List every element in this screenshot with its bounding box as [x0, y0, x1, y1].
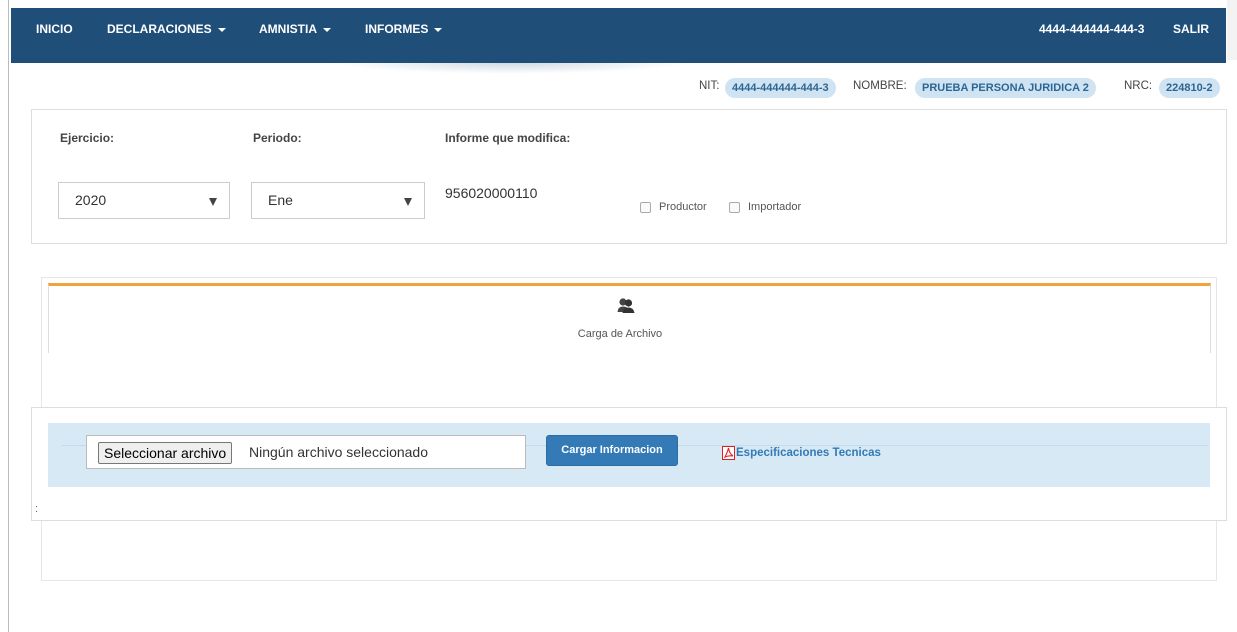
- importador-checkbox[interactable]: [729, 202, 740, 213]
- nav-amnistia[interactable]: AMNISTIA: [259, 0, 331, 55]
- users-icon: [617, 297, 635, 319]
- ejercicio-label: Ejercicio:: [60, 131, 115, 145]
- nombre-badge: PRUEBA PERSONA JURIDICA 2: [915, 78, 1096, 98]
- productor-checkbox[interactable]: [640, 202, 651, 213]
- cargar-informacion-button[interactable]: Cargar Informacion: [546, 435, 678, 466]
- choose-file-button[interactable]: Seleccionar archivo: [98, 442, 233, 464]
- nav-informes-label: INFORMES: [365, 22, 429, 36]
- nav-inicio[interactable]: INICIO: [36, 0, 73, 55]
- no-file-text: Ningún archivo seleccionado: [249, 444, 428, 460]
- ejercicio-select-value: 2020: [75, 192, 107, 208]
- ejercicio-select[interactable]: 2020: [58, 182, 230, 219]
- page-left-border: [8, 0, 9, 632]
- periodo-select-value: Ene: [268, 192, 293, 208]
- caret-down-icon: [217, 27, 226, 32]
- informe-label: Informe que modifica:: [445, 131, 571, 145]
- nav-declaraciones-label: DECLARACIONES: [107, 22, 212, 36]
- informe-value: 956020000110: [445, 185, 538, 201]
- stray-colon: :: [35, 503, 39, 515]
- nombre-label: NOMBRE:: [853, 80, 907, 92]
- chevron-down-icon: [209, 198, 217, 206]
- nav-informes[interactable]: INFORMES: [365, 0, 443, 55]
- scrollbar-edge: [1227, 0, 1237, 60]
- periodo-select[interactable]: Ene: [251, 182, 425, 219]
- nit-label: NIT:: [699, 80, 720, 92]
- logout-button[interactable]: SALIR: [1173, 0, 1209, 55]
- caret-down-icon: [434, 27, 443, 32]
- nav-shadow: [330, 62, 690, 74]
- nrc-label: NRC:: [1124, 80, 1153, 92]
- nav-inicio-label: INICIO: [36, 22, 73, 36]
- nit-badge: 4444-444444-444-3: [725, 78, 836, 98]
- nav-declaraciones[interactable]: DECLARACIONES: [107, 0, 226, 55]
- tab-carga-archivo-label: Carga de Archivo: [577, 328, 663, 340]
- filters-panel: [31, 109, 1227, 244]
- nav-amnistia-label: AMNISTIA: [259, 22, 317, 36]
- chevron-down-icon: [404, 198, 412, 206]
- nrc-badge: 224810-2: [1159, 78, 1220, 98]
- especificaciones-link[interactable]: Especificaciones Tecnicas: [736, 447, 881, 459]
- caret-down-icon: [323, 27, 331, 32]
- importador-label: Importador: [748, 201, 802, 213]
- productor-label: Productor: [659, 201, 707, 213]
- pdf-icon: [722, 446, 735, 465]
- periodo-label: Periodo:: [253, 131, 302, 145]
- nav-user-nit[interactable]: 4444-444444-444-3: [1039, 0, 1144, 55]
